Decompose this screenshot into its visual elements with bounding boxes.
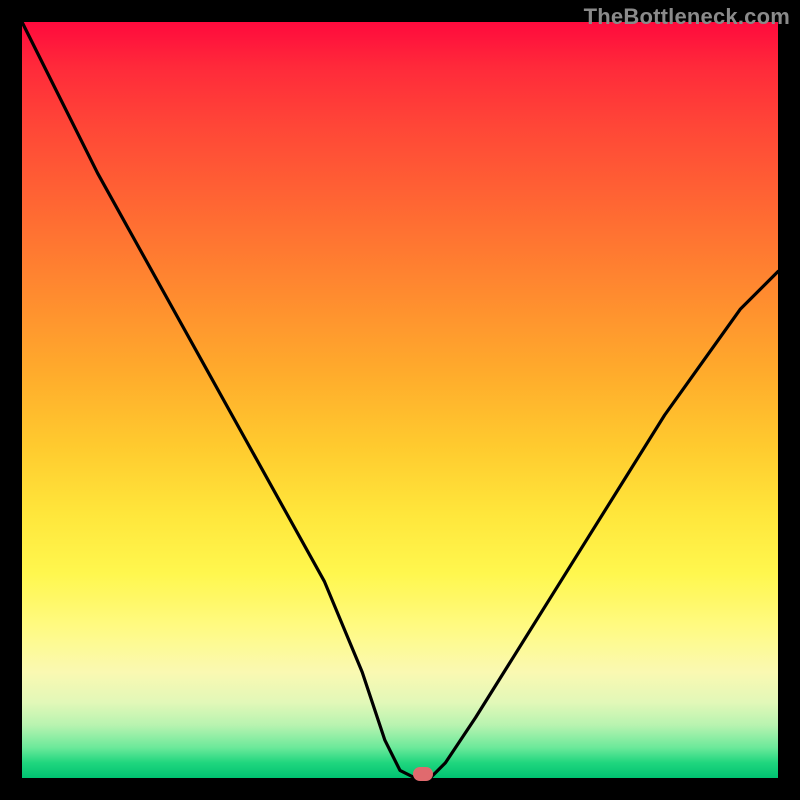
bottleneck-curve-path	[22, 22, 778, 778]
bottleneck-curve-svg	[22, 22, 778, 778]
chart-frame: TheBottleneck.com	[0, 0, 800, 800]
optimal-point-marker	[413, 767, 433, 781]
watermark-text: TheBottleneck.com	[584, 4, 790, 30]
